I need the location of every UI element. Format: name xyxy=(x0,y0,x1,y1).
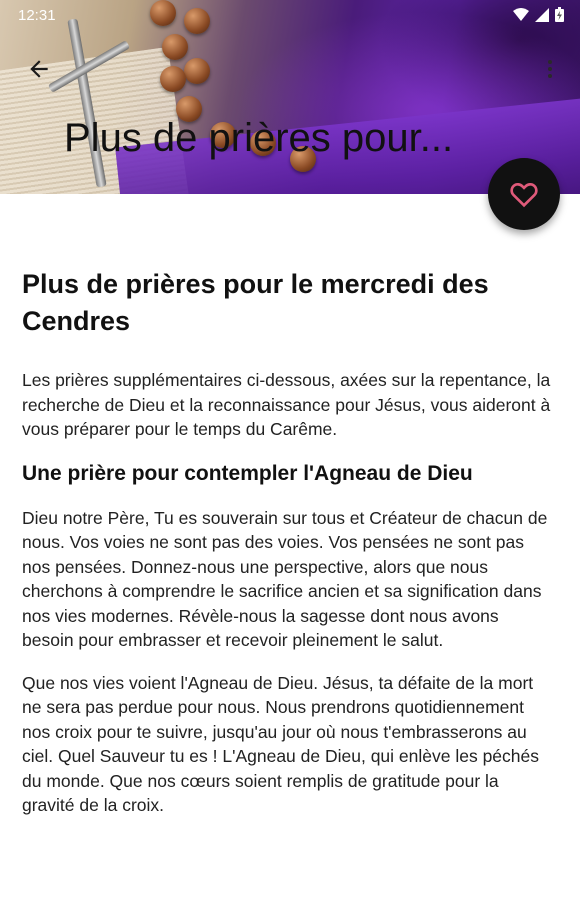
more-options-button[interactable] xyxy=(538,54,562,84)
rosary-bead xyxy=(184,58,210,84)
prayer-paragraph: Dieu notre Père, Tu es souverain sur tou… xyxy=(22,507,548,651)
favorite-button[interactable] xyxy=(488,158,560,230)
app-bar-title: Plus de prières pour... xyxy=(64,116,454,160)
signal-icon xyxy=(535,7,549,22)
rosary-bead xyxy=(162,34,188,60)
prayer-paragraph: Que nos vies voient l'Agneau de Dieu. Jé… xyxy=(22,672,540,816)
status-icons xyxy=(513,7,564,22)
header-image: 12:31 Plus de prières pour... xyxy=(0,0,580,194)
status-time: 12:31 xyxy=(18,7,56,24)
article-content: Plus de prières pour le mercredi des Cen… xyxy=(22,266,552,836)
arrow-back-icon xyxy=(30,60,48,78)
wifi-icon xyxy=(513,7,529,21)
battery-icon xyxy=(555,7,564,22)
rosary-bead xyxy=(160,66,186,92)
article-title: Plus de prières pour le mercredi des Cen… xyxy=(22,269,489,336)
status-bar: 12:31 xyxy=(0,0,580,32)
article-intro: Les prières supplémentaires ci-dessous, … xyxy=(22,370,551,439)
section-heading: Une prière pour contempler l'Agneau de D… xyxy=(22,461,473,485)
heart-outline-icon xyxy=(510,183,538,208)
more-vert-icon xyxy=(548,60,552,64)
back-button[interactable] xyxy=(22,52,56,86)
